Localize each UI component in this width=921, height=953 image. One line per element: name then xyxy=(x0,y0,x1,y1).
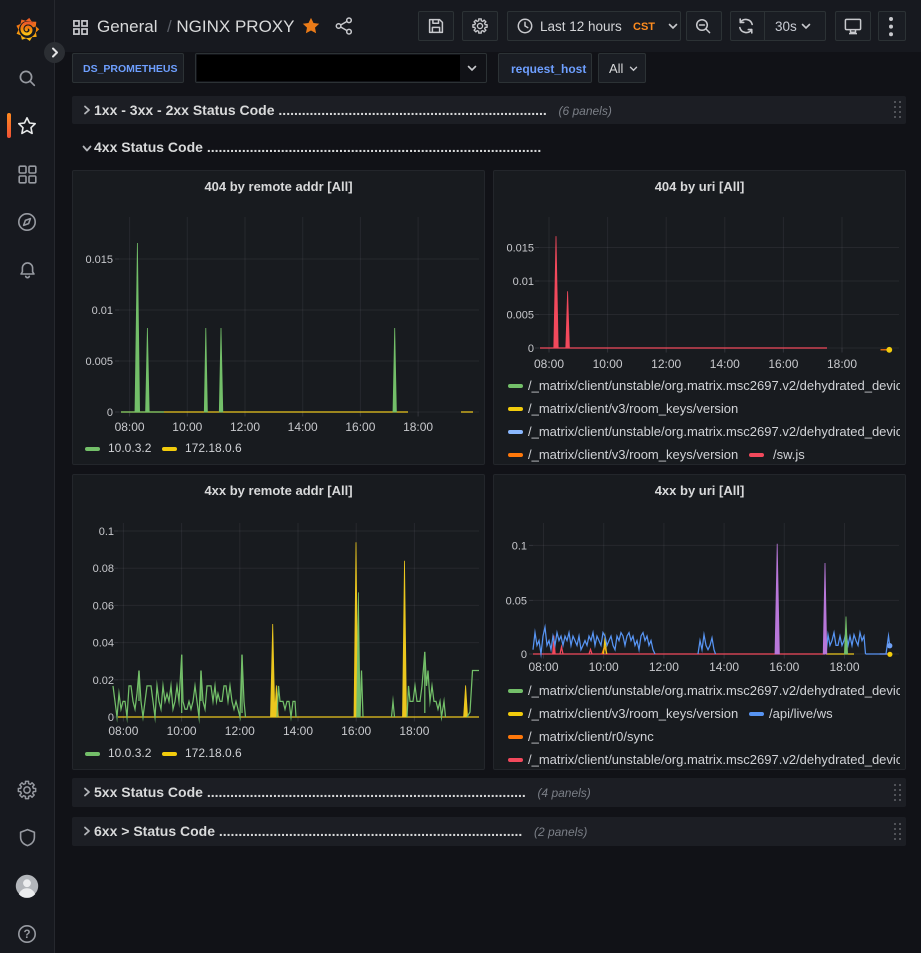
svg-text:18:00: 18:00 xyxy=(399,724,429,738)
svg-text:0.04: 0.04 xyxy=(93,638,114,650)
svg-text:18:00: 18:00 xyxy=(827,357,857,371)
svg-text:0.005: 0.005 xyxy=(506,310,534,322)
svg-text:0.1: 0.1 xyxy=(99,526,114,538)
svg-text:10:00: 10:00 xyxy=(172,420,202,434)
svg-text:0: 0 xyxy=(528,343,534,355)
svg-text:0.06: 0.06 xyxy=(93,600,114,612)
svg-text:16:00: 16:00 xyxy=(345,420,375,434)
svg-text:0.08: 0.08 xyxy=(93,563,114,575)
svg-text:08:00: 08:00 xyxy=(108,724,138,738)
svg-text:?: ? xyxy=(23,929,30,941)
svg-text:18:00: 18:00 xyxy=(829,660,859,674)
svg-text:08:00: 08:00 xyxy=(115,420,145,434)
svg-text:14:00: 14:00 xyxy=(283,724,313,738)
svg-text:12:00: 12:00 xyxy=(225,724,255,738)
svg-text:12:00: 12:00 xyxy=(230,420,260,434)
svg-text:0.005: 0.005 xyxy=(85,356,113,368)
svg-text:12:00: 12:00 xyxy=(649,660,679,674)
svg-text:08:00: 08:00 xyxy=(528,660,558,674)
svg-text:0.1: 0.1 xyxy=(512,540,527,552)
svg-text:14:00: 14:00 xyxy=(709,660,739,674)
svg-text:18:00: 18:00 xyxy=(403,420,433,434)
svg-text:12:00: 12:00 xyxy=(651,357,681,371)
svg-text:0: 0 xyxy=(108,712,114,724)
svg-text:0.01: 0.01 xyxy=(92,305,113,317)
svg-text:0: 0 xyxy=(107,407,113,419)
svg-text:0.02: 0.02 xyxy=(93,675,114,687)
svg-text:14:00: 14:00 xyxy=(710,357,740,371)
svg-text:0.015: 0.015 xyxy=(85,254,113,266)
svg-text:10:00: 10:00 xyxy=(589,660,619,674)
svg-text:0.01: 0.01 xyxy=(513,276,534,288)
svg-text:08:00: 08:00 xyxy=(534,357,564,371)
svg-text:0.015: 0.015 xyxy=(506,243,534,255)
svg-text:16:00: 16:00 xyxy=(341,724,371,738)
svg-text:16:00: 16:00 xyxy=(768,357,798,371)
svg-text:10:00: 10:00 xyxy=(593,357,623,371)
svg-text:16:00: 16:00 xyxy=(769,660,799,674)
svg-text:14:00: 14:00 xyxy=(288,420,318,434)
svg-text:10:00: 10:00 xyxy=(167,724,197,738)
svg-text:0.05: 0.05 xyxy=(506,595,527,607)
svg-text:0: 0 xyxy=(521,649,527,661)
